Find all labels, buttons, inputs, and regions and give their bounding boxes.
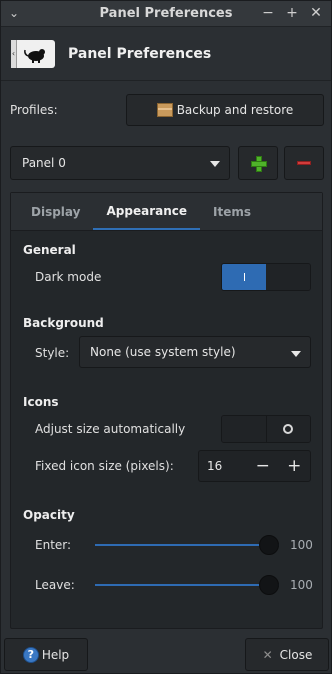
dark-mode-switch[interactable] bbox=[221, 263, 311, 291]
enter-label: Enter: bbox=[35, 538, 72, 552]
leave-label: Leave: bbox=[35, 578, 75, 592]
tab-items[interactable]: Items bbox=[200, 193, 264, 230]
tab-appearance[interactable]: Appearance bbox=[93, 193, 200, 230]
tab-display[interactable]: Display bbox=[11, 193, 93, 230]
window-menu-icon[interactable]: ⌄ bbox=[9, 6, 19, 20]
style-label: Style: bbox=[35, 346, 70, 360]
background-section-title: Background bbox=[23, 316, 104, 330]
leave-slider-handle[interactable] bbox=[259, 575, 279, 595]
chevron-down-icon bbox=[210, 161, 220, 167]
help-icon: ? bbox=[22, 646, 39, 663]
tab-bar: Display Appearance Items bbox=[11, 193, 322, 231]
leave-opacity-slider[interactable] bbox=[95, 575, 279, 595]
fixed-icon-size-label: Fixed icon size (pixels): bbox=[35, 459, 174, 473]
switch-off-indicator bbox=[283, 424, 294, 434]
profiles-row: Profiles: Backup and restore bbox=[10, 94, 324, 126]
minimize-icon[interactable]: − bbox=[261, 5, 275, 21]
window-title: Panel Preferences bbox=[99, 6, 233, 21]
profiles-label: Profiles: bbox=[10, 103, 58, 117]
backup-restore-button[interactable]: Backup and restore bbox=[126, 94, 324, 126]
icon-size-spinbutton[interactable]: 16 − + bbox=[198, 450, 311, 482]
remove-panel-button[interactable] bbox=[284, 146, 324, 180]
enter-slider-handle[interactable] bbox=[259, 535, 279, 555]
remove-icon bbox=[297, 161, 311, 165]
maximize-icon[interactable]: + bbox=[285, 5, 299, 21]
enter-opacity-slider[interactable] bbox=[95, 535, 279, 555]
chevron-down-icon bbox=[291, 351, 301, 357]
icon-size-value[interactable]: 16 bbox=[199, 459, 247, 473]
icons-section-title: Icons bbox=[23, 395, 59, 409]
panel-preferences-window: ⌄ Panel Preferences − + ✕ ‹ Panel Prefer… bbox=[0, 0, 332, 674]
package-icon bbox=[156, 103, 173, 117]
title-bar[interactable]: ⌄ Panel Preferences − + ✕ bbox=[1, 1, 331, 27]
add-icon bbox=[251, 156, 267, 172]
opacity-section-title: Opacity bbox=[23, 508, 75, 522]
dialog-header: ‹ Panel Preferences bbox=[1, 27, 331, 81]
help-button[interactable]: ? Help bbox=[4, 638, 88, 671]
preferences-notebook: Display Appearance Items General Dark mo… bbox=[10, 192, 323, 629]
close-icon[interactable]: ✕ bbox=[309, 5, 323, 21]
close-x-icon: ✕ bbox=[262, 647, 273, 662]
panel-select[interactable]: Panel 0 bbox=[10, 146, 230, 180]
close-label: Close bbox=[279, 647, 313, 662]
adjust-size-switch[interactable] bbox=[221, 415, 311, 443]
enter-slider-track[interactable] bbox=[95, 544, 279, 546]
header-title: Panel Preferences bbox=[68, 45, 212, 62]
increase-icon-size-button[interactable]: + bbox=[279, 451, 311, 481]
close-button[interactable]: ✕ Close bbox=[245, 638, 329, 671]
background-style-select[interactable]: None (use system style) bbox=[79, 336, 311, 368]
leave-opacity-value: 100 bbox=[290, 578, 313, 592]
help-label: Help bbox=[41, 647, 70, 662]
enter-opacity-value: 100 bbox=[290, 538, 313, 552]
panel-selector-row: Panel 0 bbox=[10, 146, 324, 180]
decrease-icon-size-button[interactable]: − bbox=[247, 451, 279, 481]
background-style-value: None (use system style) bbox=[90, 345, 236, 359]
general-section-title: General bbox=[23, 243, 76, 257]
leave-slider-track[interactable] bbox=[95, 584, 279, 586]
switch-on-indicator bbox=[243, 273, 245, 281]
panel-select-value: Panel 0 bbox=[22, 156, 66, 170]
add-panel-button[interactable] bbox=[238, 146, 278, 180]
panel-mouse-icon: ‹ bbox=[11, 39, 55, 68]
backup-restore-label: Backup and restore bbox=[176, 103, 294, 117]
dark-mode-label: Dark mode bbox=[35, 270, 102, 284]
adjust-size-label: Adjust size automatically bbox=[35, 422, 186, 436]
